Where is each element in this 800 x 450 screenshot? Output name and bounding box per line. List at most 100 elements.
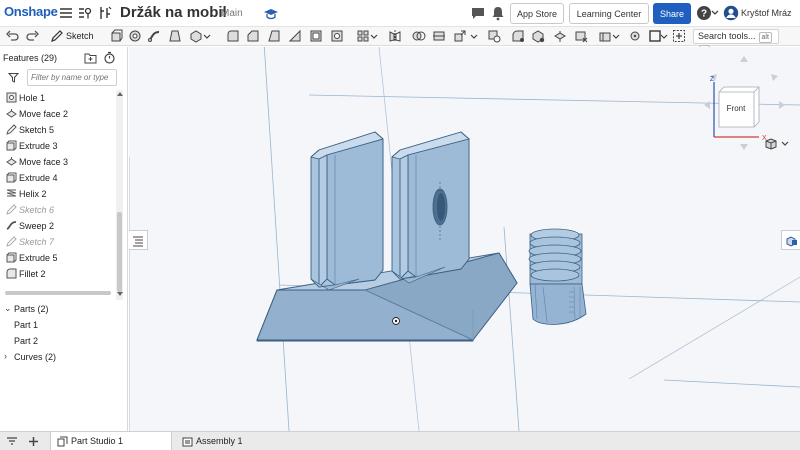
parts-group[interactable]: ⌄ Parts (2) <box>0 301 125 317</box>
feature-list-toggle[interactable] <box>129 230 148 250</box>
document-title[interactable]: Držák na mobil <box>120 4 227 21</box>
extrude-icon <box>6 140 17 151</box>
feature-item-sketch-7[interactable]: Sketch 7 <box>0 234 115 250</box>
origin-marker-icon[interactable] <box>392 317 400 325</box>
plane-edge <box>628 276 800 380</box>
undo-icon[interactable] <box>5 29 19 43</box>
mate-connector-icon[interactable] <box>628 29 642 43</box>
hole-tool-icon[interactable] <box>330 29 344 43</box>
feature-item-sketch-5[interactable]: Sketch 5 <box>0 122 115 138</box>
view-options-cube-icon[interactable] <box>764 137 778 151</box>
chamfer-tool-icon[interactable] <box>246 29 260 43</box>
configure-icon[interactable] <box>97 5 113 21</box>
feature-item-move-face-3[interactable]: Move face 3 <box>0 154 115 170</box>
plane-chevron-down-icon[interactable] <box>612 29 620 43</box>
delete-face-icon[interactable] <box>574 29 588 43</box>
add-custom-feature-icon[interactable] <box>672 29 686 43</box>
pattern-chevron-down-icon[interactable] <box>370 29 378 43</box>
split-tool-icon[interactable] <box>432 29 446 43</box>
view-cube-front-label[interactable]: Front <box>727 104 746 113</box>
plane-edge <box>503 226 520 431</box>
part-item-1[interactable]: Part 1 <box>0 317 125 333</box>
filter-funnel-icon[interactable] <box>8 72 19 83</box>
rollback-timer-icon[interactable] <box>103 51 116 64</box>
feature-item-extrude-4[interactable]: Extrude 4 <box>0 170 115 186</box>
feature-label: Sketch 7 <box>19 237 55 247</box>
sketch-button-label[interactable]: Sketch <box>66 31 94 41</box>
branch-label[interactable]: Main <box>221 8 243 19</box>
view-options-chevron-down-icon[interactable] <box>781 141 789 147</box>
redo-icon[interactable] <box>26 29 40 43</box>
part-item-2[interactable]: Part 2 <box>0 333 125 349</box>
thicken-tool-icon[interactable] <box>189 29 203 43</box>
thicken-chevron-down-icon[interactable] <box>203 29 211 43</box>
versions-icon[interactable] <box>77 5 93 21</box>
fillet-tool-icon[interactable] <box>226 29 240 43</box>
revolve-tool-icon[interactable] <box>128 29 142 43</box>
parts-group-label: Parts (2) <box>14 304 49 314</box>
view-cube[interactable]: Front Z X <box>689 52 800 152</box>
sketch-pencil-icon[interactable] <box>50 29 64 43</box>
transform-tool-icon[interactable] <box>453 29 467 43</box>
features-title: Features (29) <box>3 53 58 63</box>
svg-text:?: ? <box>701 9 707 20</box>
help-icon[interactable]: ? <box>696 5 712 21</box>
search-tools-input[interactable]: Search tools...altC <box>693 29 779 56</box>
mirror-tool-icon[interactable] <box>388 29 402 43</box>
feature-list-scroll-thumb[interactable] <box>117 212 122 292</box>
menu-icon[interactable] <box>58 5 74 21</box>
feature-item-sweep-2[interactable]: Sweep 2 <box>0 218 115 234</box>
boolean-tool-icon[interactable] <box>412 29 426 43</box>
move-face-icon[interactable] <box>553 29 567 43</box>
chevron-right-icon[interactable]: › <box>4 351 7 361</box>
feature-item-move-face-2[interactable]: Move face 2 <box>0 106 115 122</box>
plane-tool-icon[interactable] <box>598 29 612 43</box>
user-avatar-icon[interactable] <box>723 5 739 21</box>
loft-tool-icon[interactable] <box>168 29 182 43</box>
transform-chevron-down-icon[interactable] <box>470 29 478 43</box>
shell-tool-icon[interactable] <box>309 29 323 43</box>
tab-assembly-1[interactable]: Assembly 1 <box>176 432 266 450</box>
sketch-icon <box>6 204 17 215</box>
feature-label: Sketch 6 <box>19 205 55 215</box>
right-panel-toggle[interactable] <box>781 230 800 250</box>
user-name[interactable]: Kryštof Mráz <box>741 8 792 18</box>
comments-icon[interactable] <box>470 5 486 21</box>
feature-list-horizontal-scrollbar[interactable] <box>5 291 111 295</box>
app-store-button[interactable]: App Store <box>510 3 564 24</box>
feature-item-extrude-5[interactable]: Extrude 5 <box>0 250 115 266</box>
feature-label: Extrude 5 <box>19 253 58 263</box>
feature-item-fillet-2[interactable]: Fillet 2 <box>0 266 115 282</box>
feature-label: Helix 2 <box>19 189 47 199</box>
assembly-icon <box>182 437 193 446</box>
feature-item-hole-1[interactable]: Hole 1 <box>0 90 115 106</box>
feature-item-helix-2[interactable]: Helix 2 <box>0 186 115 202</box>
rib-tool-icon[interactable] <box>288 29 302 43</box>
extrude-tool-icon[interactable] <box>110 29 124 43</box>
replace-face-icon[interactable] <box>531 29 545 43</box>
notifications-bell-icon[interactable] <box>490 5 506 21</box>
feature-item-sketch-6[interactable]: Sketch 6 <box>0 202 115 218</box>
learning-center-button[interactable]: Learning Center <box>569 3 649 24</box>
chevron-down-icon[interactable]: ⌄ <box>4 303 12 314</box>
scroll-up-arrow-icon[interactable] <box>117 91 123 96</box>
scroll-down-arrow-icon[interactable] <box>117 292 123 297</box>
pattern-tool-icon[interactable] <box>356 29 370 43</box>
sweep-tool-icon[interactable] <box>147 29 161 43</box>
add-folder-icon[interactable] <box>84 52 97 64</box>
share-button[interactable]: Share <box>653 3 691 24</box>
tab-part-studio-1[interactable]: Part Studio 1 <box>50 432 172 450</box>
modify-fillet-icon[interactable] <box>511 29 525 43</box>
draft-tool-icon[interactable] <box>267 29 281 43</box>
tab-manager-icon[interactable] <box>6 436 18 447</box>
feature-filter-input[interactable] <box>27 69 117 86</box>
onshape-logo[interactable]: Onshape <box>4 4 58 19</box>
graphics-viewport[interactable]: Front Z X <box>129 47 800 431</box>
help-chevron-down-icon[interactable] <box>711 9 719 17</box>
feature-item-extrude-3[interactable]: Extrude 3 <box>0 138 115 154</box>
move-face-icon <box>6 157 17 166</box>
curves-group[interactable]: › Curves (2) <box>0 349 125 365</box>
frame-chevron-down-icon[interactable] <box>660 29 668 43</box>
delete-part-icon[interactable] <box>487 29 501 43</box>
add-tab-plus-icon[interactable] <box>28 436 39 447</box>
